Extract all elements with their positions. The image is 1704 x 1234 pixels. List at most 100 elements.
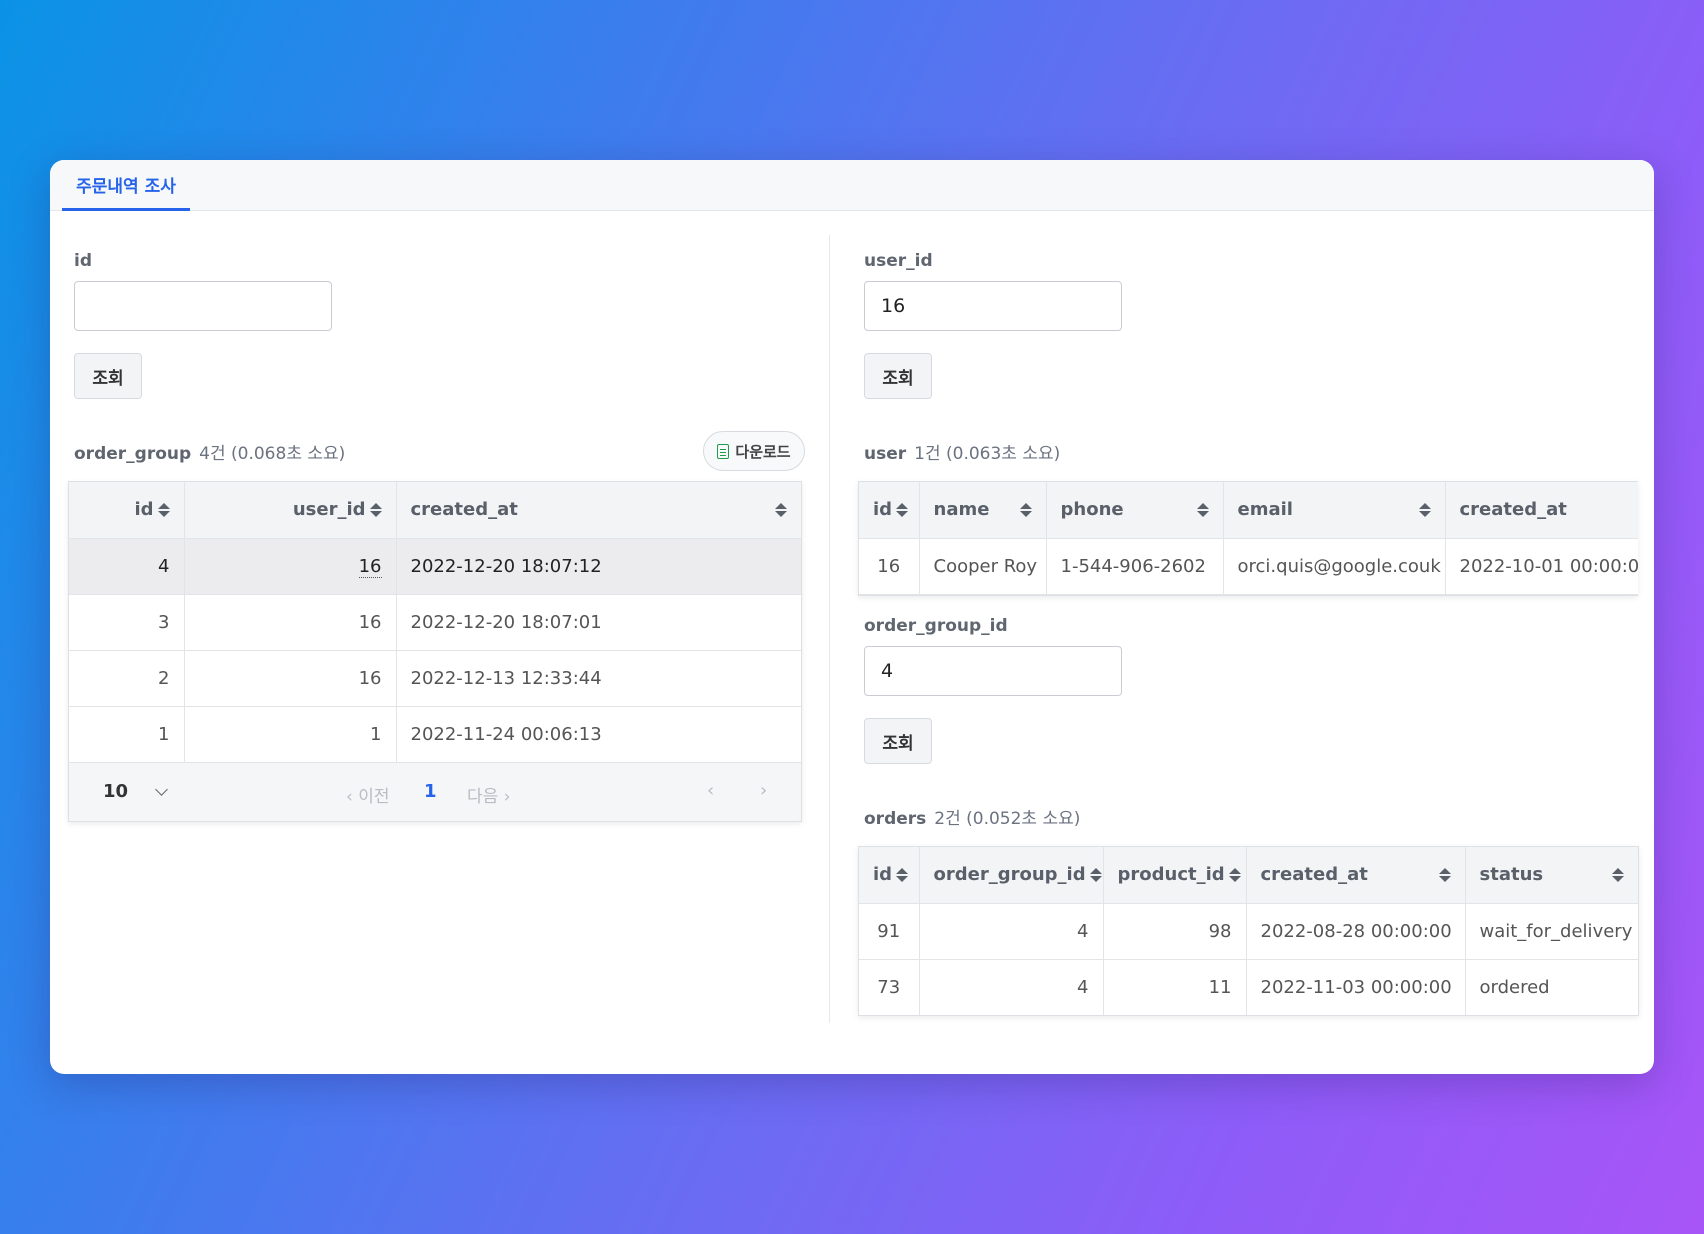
table-header-row: id user_id created_at [69, 482, 801, 539]
tab-bar: 주문내역 조사 [50, 160, 1654, 211]
download-label: 다운로드 [735, 442, 791, 461]
search-button-user-id[interactable]: 조회 [864, 353, 932, 399]
orders-section-meta: 2건 (0.052초 소요) [934, 809, 1081, 829]
table-row[interactable]: 73 4 11 2022-11-03 00:00:00 ordered [859, 959, 1638, 1015]
current-page[interactable]: 1 [424, 781, 437, 802]
sort-icon[interactable] [896, 867, 909, 882]
column-header-status[interactable]: status [1465, 847, 1638, 904]
table-header-row: id name phone email created_at [859, 482, 1638, 539]
cell-order-group-id: 4 [919, 959, 1104, 1015]
cell-id: 4 [69, 538, 185, 595]
cell-status: ordered [1479, 976, 1550, 998]
cell-email: orci.quis@google.couk [1223, 538, 1446, 595]
download-button[interactable]: 다운로드 [703, 431, 805, 471]
chevron-right-icon[interactable]: › [760, 780, 767, 801]
cell-id: 3 [69, 594, 185, 651]
column-header-user-id[interactable]: user_id [184, 482, 397, 539]
pagination: 10 ‹ 이전 1 다음 › ‹ › [69, 762, 801, 821]
search-button-id[interactable]: 조회 [74, 353, 142, 399]
cell-created-at: 2022-11-24 00:06:13 [396, 706, 801, 763]
next-page-button[interactable]: 다음 › [467, 782, 510, 807]
sort-icon[interactable] [1089, 867, 1102, 882]
orders-title: orders 2건 (0.052초 소요) [864, 804, 1080, 829]
cell-user-id[interactable]: 16 [184, 538, 397, 595]
cell-id: 91 [859, 903, 920, 960]
cell-created-at: 2022-11-03 00:00:00 [1246, 959, 1466, 1015]
cell-created-at: 2022-12-13 12:33:44 [396, 650, 801, 707]
sort-icon[interactable] [1196, 502, 1209, 517]
user-id-input[interactable] [864, 281, 1122, 331]
cell-id: 1 [69, 706, 185, 763]
cell-user-id: 16 [184, 650, 397, 707]
sort-icon[interactable] [896, 502, 909, 517]
column-divider [829, 235, 830, 1023]
column-header-created-at[interactable]: created_at [1246, 847, 1466, 904]
column-header-product-id[interactable]: product_id [1103, 847, 1247, 904]
order-group-id-input[interactable] [864, 646, 1122, 696]
user-title: user 1건 (0.063초 소요) [864, 439, 1060, 464]
user-table: id name phone email created_at 16 Cooper… [858, 481, 1638, 596]
column-header-label: id [873, 864, 893, 886]
page-size-select[interactable]: 10 [103, 781, 128, 802]
order-group-name: order_group [74, 444, 192, 464]
sort-icon[interactable] [1612, 867, 1624, 882]
column-header-order-group-id[interactable]: order_group_id [919, 847, 1104, 904]
id-label: id [74, 251, 92, 271]
table-header-row: id order_group_id product_id created_at … [859, 847, 1638, 904]
sort-icon[interactable] [1418, 502, 1431, 517]
order-group-table: id user_id created_at 4 16 2022-12-20 18… [68, 481, 802, 822]
user-id-link[interactable]: 16 [358, 555, 382, 578]
column-header-email[interactable]: email [1223, 482, 1446, 539]
column-header-label: status [1479, 864, 1544, 886]
table-row[interactable]: 16 Cooper Roy 1-544-906-2602 orci.quis@g… [859, 538, 1638, 595]
table-row[interactable]: 2 16 2022-12-13 12:33:44 [69, 650, 801, 707]
cell-product-id: 11 [1103, 959, 1247, 1015]
table-row[interactable]: 1 1 2022-11-24 00:06:13 [69, 706, 801, 763]
column-header-label: product_id [1117, 864, 1225, 886]
chevron-down-icon[interactable] [155, 782, 168, 796]
orders-table: id order_group_id product_id created_at … [858, 846, 1639, 1016]
user-id-label: user_id [864, 251, 933, 271]
sort-icon[interactable] [369, 502, 382, 517]
cell-created-at: 2022-12-20 18:07:01 [396, 594, 801, 651]
table-row[interactable]: 91 4 98 2022-08-28 00:00:00 wait_for_del… [859, 903, 1638, 960]
sort-icon[interactable] [775, 502, 787, 517]
id-input[interactable] [74, 281, 332, 331]
cell-status: wait_for_delivery [1465, 903, 1638, 960]
cell-created-at: 2022-10-01 00:00:00 [1445, 538, 1638, 595]
column-header-label: created_at [1260, 864, 1368, 886]
column-header-label: created_at [1459, 499, 1567, 521]
user-section-meta: 1건 (0.063초 소요) [914, 444, 1061, 464]
column-header-id[interactable]: id [859, 847, 920, 904]
orders-section-name: orders [864, 809, 927, 829]
cell-id: 73 [859, 959, 920, 1015]
column-header-label: user_id [292, 499, 366, 521]
prev-page-button[interactable]: ‹ 이전 [346, 782, 389, 807]
sort-icon[interactable] [1438, 867, 1451, 882]
column-header-created-at[interactable]: created_at [396, 482, 801, 539]
column-header-id[interactable]: id [859, 482, 920, 539]
tab-order-history[interactable]: 주문내역 조사 [62, 160, 190, 211]
column-header-phone[interactable]: phone [1046, 482, 1224, 539]
cell-phone: 1-544-906-2602 [1046, 538, 1224, 595]
sort-icon[interactable] [157, 502, 170, 517]
column-header-label: email [1237, 499, 1293, 521]
column-header-label: id [873, 499, 893, 521]
column-header-name[interactable]: name [919, 482, 1047, 539]
cell-id: 16 [859, 538, 920, 595]
column-header-label: name [933, 499, 990, 521]
table-row[interactable]: 4 16 2022-12-20 18:07:12 [69, 538, 801, 595]
sort-icon[interactable] [1019, 502, 1032, 517]
order-group-title: order_group 4건 (0.068초 소요) [74, 439, 345, 464]
cell-user-id: 16 [184, 594, 397, 651]
table-row[interactable]: 3 16 2022-12-20 18:07:01 [69, 594, 801, 651]
column-header-created-at[interactable]: created_at [1445, 482, 1638, 539]
cell-created-at: 2022-12-20 18:07:12 [396, 538, 801, 595]
search-button-order-group-id[interactable]: 조회 [864, 718, 932, 764]
column-header-label: order_group_id [933, 864, 1086, 886]
column-header-id[interactable]: id [69, 482, 185, 539]
column-header-label: phone [1060, 499, 1124, 521]
sort-icon[interactable] [1228, 867, 1241, 882]
column-header-label: created_at [410, 499, 518, 521]
chevron-left-icon[interactable]: ‹ [707, 780, 714, 801]
